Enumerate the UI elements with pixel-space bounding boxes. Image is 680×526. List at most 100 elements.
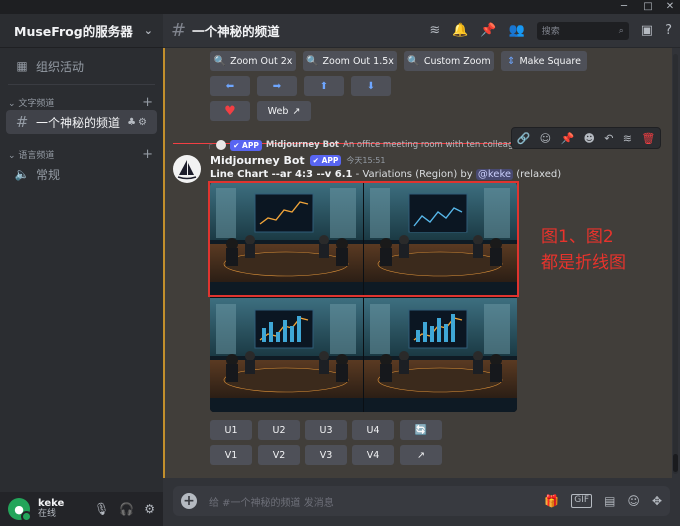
category-text-channels[interactable]: ⌄ 文字频道 + [0, 94, 163, 110]
maximize-button[interactable]: □ [638, 0, 658, 14]
username: keke [38, 498, 65, 509]
emoji-icon[interactable]: ☺ [627, 494, 640, 508]
reply-curve-icon: ╭ [207, 140, 213, 150]
pan-down-button[interactable]: ⬇ [351, 76, 391, 96]
reroll-button[interactable]: 🔄 [400, 420, 442, 440]
caret-down-icon: ⌄ [8, 98, 16, 109]
user-panel: ● keke 在线 🎙 🎧 ⚙ [0, 492, 163, 526]
bell-icon[interactable]: 🔔 [452, 23, 468, 38]
avatar[interactable] [173, 155, 201, 183]
microphone-icon[interactable]: 🎙 [94, 502, 109, 516]
hash-icon: # [15, 113, 29, 131]
threads-icon[interactable]: ≋ [429, 23, 440, 38]
upscale-button-2[interactable]: U2 [258, 420, 300, 440]
arrow-up-icon: ⬆ [319, 80, 329, 92]
category-label: 语言频道 [18, 150, 55, 161]
sidebar-item-channel[interactable]: # 一个神秘的频道 ♣⚙ [6, 110, 157, 134]
gift-icon[interactable]: 🎁 [544, 494, 559, 508]
inbox-icon[interactable]: ▣ [641, 23, 653, 38]
calendar-icon: ▦ [16, 59, 28, 73]
zoom-out-2x-button[interactable]: 🔍 Zoom Out 2x [210, 51, 296, 71]
category-voice-channels[interactable]: ⌄ 语言频道 + [0, 146, 163, 162]
thread-icon[interactable]: ≋ [623, 132, 632, 145]
variation-text: - Variations (Region) by [355, 169, 473, 180]
bot-name[interactable]: Midjourney Bot [210, 154, 305, 167]
web-link-button[interactable]: Web ↗ [257, 101, 311, 121]
highlight-bar [163, 48, 165, 478]
message-text: Line Chart --ar 4:3 --v 6.1 - Variations… [210, 169, 561, 180]
caret-down-icon: ⌄ [8, 150, 16, 161]
server-header[interactable]: MuseFrog的服务器 ⌄ [0, 14, 163, 48]
pan-up-button[interactable]: ⬆ [304, 76, 344, 96]
pan-right-button[interactable]: ➡ [257, 76, 297, 96]
add-reaction-icon[interactable]: ☺ [540, 132, 551, 145]
channel-title: 一个神秘的频道 [192, 24, 280, 39]
magnifier-icon: 🔍 [407, 55, 420, 67]
pin-icon[interactable]: 📌 [480, 23, 496, 38]
add-channel-icon[interactable]: + [142, 95, 153, 110]
variation-button-3[interactable]: V3 [305, 445, 347, 465]
pan-left-button[interactable]: ⬅ [210, 76, 250, 96]
heart-icon: ♥ [224, 103, 236, 119]
upscale-button-3[interactable]: U3 [305, 420, 347, 440]
app-badge: ✔ APP [230, 139, 262, 151]
apps-icon[interactable]: ✥ [652, 494, 662, 508]
arrow-right-icon: ➡ [272, 80, 282, 92]
add-attachment-button[interactable]: + [181, 493, 197, 509]
reply-icon[interactable]: ↶ [604, 132, 613, 145]
speaker-icon: 🔈 [14, 167, 30, 181]
prompt-title: Line Chart --ar 4:3 --v 6.1 [210, 169, 353, 180]
scrollbar[interactable] [673, 54, 678, 474]
make-square-button[interactable]: ⇕ Make Square [501, 51, 587, 71]
arrow-left-icon: ⬅ [225, 80, 235, 92]
emoji-icon[interactable]: ☻ [583, 132, 594, 145]
favorite-button[interactable]: ♥ [210, 101, 250, 121]
scrollbar-thumb[interactable] [673, 454, 678, 472]
message-hover-toolbar: 🔗 ☺ 📌 ☻ ↶ ≋ 🗑 [511, 127, 661, 149]
pin-icon[interactable]: 📌 [560, 132, 574, 145]
link-icon[interactable]: 🔗 [517, 132, 531, 145]
upscale-button-4[interactable]: U4 [352, 420, 394, 440]
open-external-button[interactable]: ↗ [400, 445, 442, 465]
channel-header: # 一个神秘的频道 ≋ 🔔 📌 👥 搜索 ⌕ ▣ ? [163, 14, 680, 48]
magnifier-icon: 🔍 [213, 55, 227, 67]
close-window-button[interactable]: ✕ [660, 0, 680, 14]
sticker-icon[interactable]: ▤ [604, 494, 615, 508]
events-label: 组织活动 [36, 59, 85, 74]
channel-settings-icons[interactable]: ♣⚙ [127, 117, 149, 128]
sidebar-item-voice[interactable]: 🔈 常规 [6, 162, 157, 186]
gear-icon[interactable]: ⚙ [144, 502, 155, 516]
trash-icon[interactable]: 🗑 [641, 132, 655, 145]
external-link-icon: ↗ [417, 449, 425, 461]
help-icon[interactable]: ? [665, 23, 672, 38]
zoom-out-15x-button[interactable]: 🔍 Zoom Out 1.5x [303, 51, 397, 71]
voice-label: 常规 [36, 167, 61, 182]
window-titlebar: ─ □ ✕ [0, 0, 680, 14]
variation-button-4[interactable]: V4 [352, 445, 394, 465]
button-label: Custom Zoom [423, 55, 491, 67]
add-channel-icon[interactable]: + [142, 147, 153, 162]
search-input[interactable]: 搜索 ⌕ [536, 21, 629, 40]
user-mention[interactable]: @keke [475, 169, 514, 180]
avatar[interactable]: ● [8, 498, 32, 522]
mode-text: (relaxed) [516, 169, 562, 180]
message-composer[interactable]: + 给 #一个神秘的频道 发消息 🎁 GIF ▤ ☺ ✥ [173, 486, 670, 516]
annotation-text: 图1、图2 都是折线图 [541, 224, 626, 276]
annotation-line-2: 都是折线图 [541, 253, 626, 273]
chevron-down-icon: ⌄ [143, 24, 153, 37]
minimize-button[interactable]: ─ [614, 0, 634, 14]
headphones-icon[interactable]: 🎧 [119, 502, 134, 516]
server-sidebar: MuseFrog的服务器 ⌄ ▦ 组织活动 ⌄ 文字频道 + # 一个神秘的频道… [0, 14, 163, 526]
reply-author: Midjourney Bot [265, 140, 339, 150]
variation-button-2[interactable]: V2 [258, 445, 300, 465]
voice-controls: 🎙 🎧 ⚙ [94, 502, 155, 516]
refresh-icon: 🔄 [414, 424, 428, 436]
variation-button-1[interactable]: V1 [210, 445, 252, 465]
members-icon[interactable]: 👥 [509, 23, 525, 38]
magnifier-icon: 🔍 [306, 55, 319, 67]
custom-zoom-button[interactable]: 🔍 Custom Zoom [404, 51, 494, 71]
annotation-line-1: 图1、图2 [541, 227, 614, 247]
upscale-button-1[interactable]: U1 [210, 420, 252, 440]
sidebar-item-events[interactable]: ▦ 组织活动 [6, 54, 157, 78]
gif-icon[interactable]: GIF [571, 494, 593, 508]
